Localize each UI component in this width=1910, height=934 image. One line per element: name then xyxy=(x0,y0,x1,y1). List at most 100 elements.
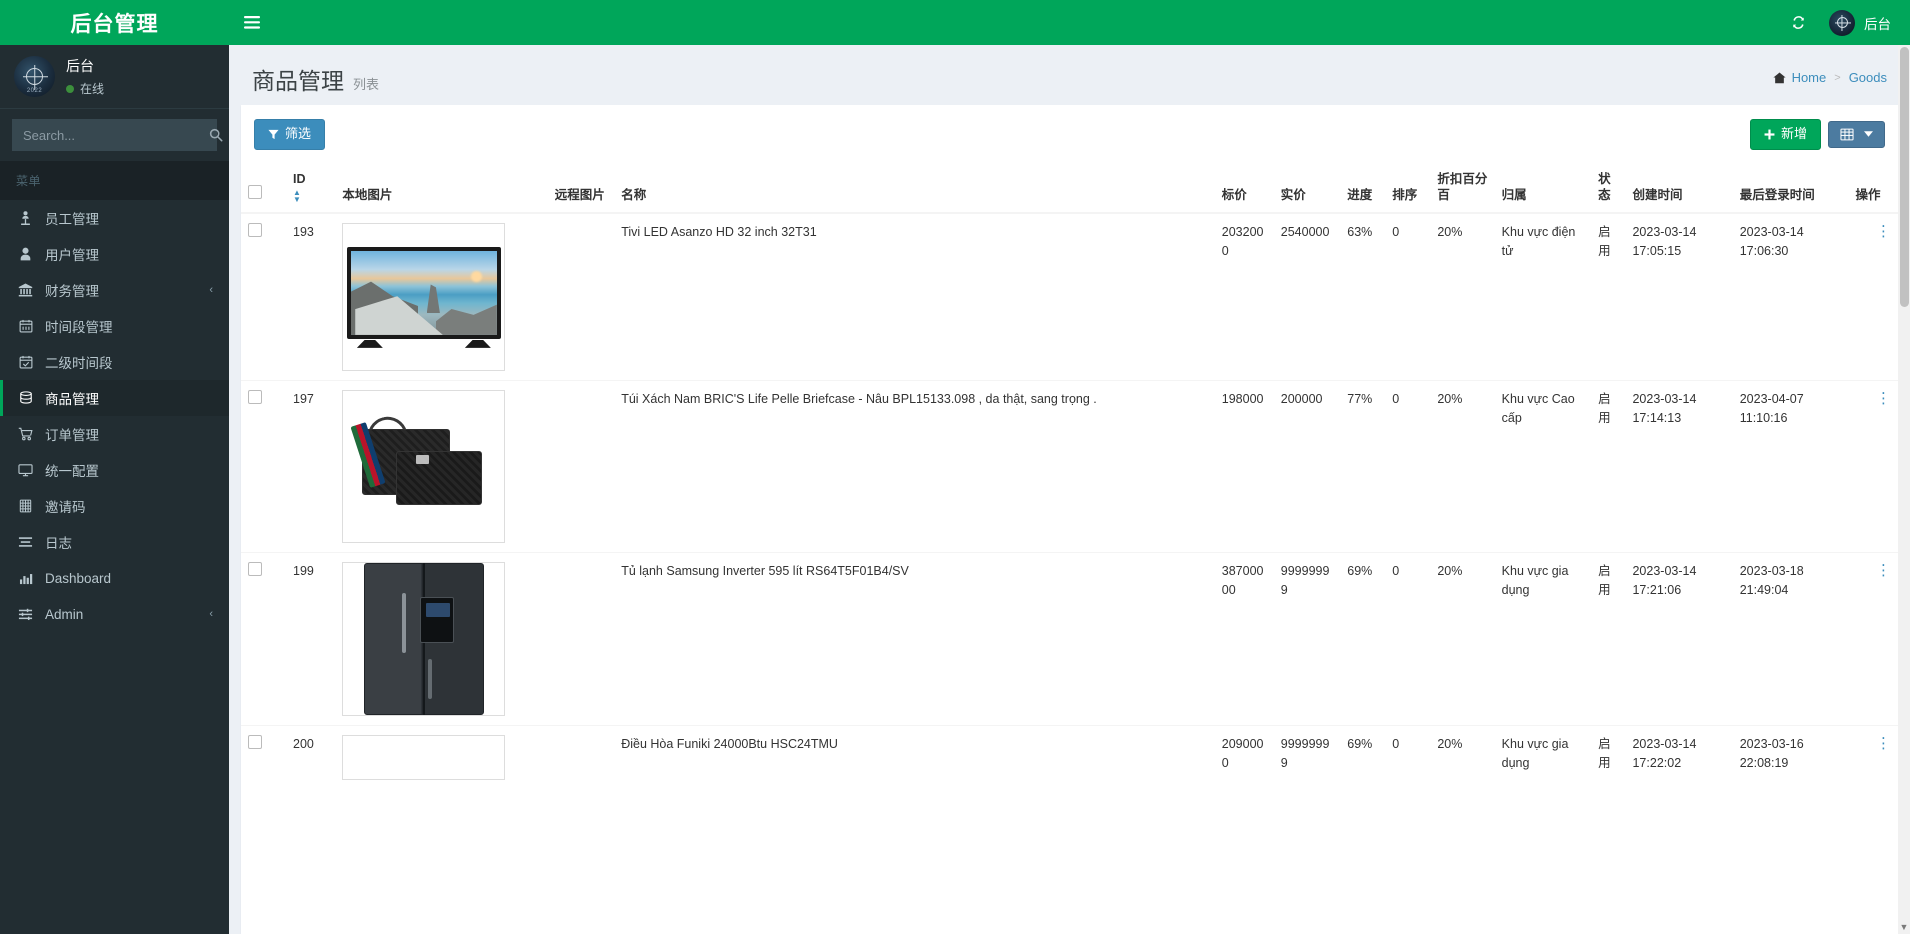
cell-sort: 0 xyxy=(1385,212,1431,381)
row-action-menu-button[interactable]: ⋮ xyxy=(1876,562,1891,579)
column-toggle-button[interactable] xyxy=(1828,120,1885,148)
sidebar-item-label: 统一配置 xyxy=(45,464,99,479)
sidebar-item-employee[interactable]: 员工管理 xyxy=(0,200,229,236)
th-id-label: ID xyxy=(293,172,306,187)
sliders-icon xyxy=(17,608,34,621)
cell-progress: 69% xyxy=(1340,725,1386,790)
product-image-thumb[interactable] xyxy=(342,562,506,717)
cell-real-price: 2540000 xyxy=(1273,212,1341,381)
select-all-checkbox[interactable] xyxy=(248,185,262,200)
sidebar-item-config[interactable]: 统一配置 xyxy=(0,452,229,488)
product-image-thumb[interactable] xyxy=(342,223,506,372)
content-body: 筛选 新增 ID ▲ ▼ 本地图片 远程图片 名称 标价 实价 进度 排序 折扣… xyxy=(229,105,1910,934)
chevron-left-icon: ‹ xyxy=(209,608,213,620)
cell-remote-image xyxy=(547,380,615,553)
sidebar-item-invite-code[interactable]: 邀请码 xyxy=(0,488,229,524)
avatar: 2022 xyxy=(14,56,55,97)
table-row[interactable]: 197 Túi Xách Nam BRIC'S Life Pelle Brief… xyxy=(241,380,1898,553)
th-status: 状态 xyxy=(1591,160,1626,215)
briefcase-image xyxy=(348,411,500,523)
scroll-down-arrow-icon[interactable]: ▼ xyxy=(1899,922,1909,932)
sidebar-item-label: 商品管理 xyxy=(45,392,99,407)
page-scrollbar[interactable]: ▲ ▼ xyxy=(1898,45,1910,934)
sidebar-item-label: Admin xyxy=(45,606,84,622)
cell-local-image xyxy=(335,380,548,553)
cell-sort: 0 xyxy=(1385,380,1431,553)
cell-created-at: 2023-03-14 17:05:15 xyxy=(1625,212,1733,381)
sidebar-item-subtimeslot[interactable]: 二级时间段 xyxy=(0,344,229,380)
th-list-price: 标价 xyxy=(1214,160,1274,215)
list-icon xyxy=(17,536,34,548)
chevron-left-icon: ‹ xyxy=(209,284,213,296)
sidebar-item-label: 日志 xyxy=(45,536,72,551)
chart-bar-icon xyxy=(17,572,34,585)
cell-discount: 20% xyxy=(1430,725,1495,790)
row-select-cell xyxy=(241,725,287,790)
breadcrumb-home[interactable]: Home xyxy=(1772,70,1826,85)
row-checkbox[interactable] xyxy=(248,390,262,405)
avatar-year: 2022 xyxy=(26,88,43,94)
add-button[interactable]: 新增 xyxy=(1749,119,1821,150)
topbar: 后台 xyxy=(229,0,1910,45)
sidebar-item-user[interactable]: 用户管理 xyxy=(0,236,229,272)
table-scroll-region[interactable]: ID ▲ ▼ 本地图片 远程图片 名称 标价 实价 进度 排序 折扣百分百 归属… xyxy=(241,160,1898,934)
row-action-menu-button[interactable]: ⋮ xyxy=(1876,390,1891,407)
goods-table: ID ▲ ▼ 本地图片 远程图片 名称 标价 实价 进度 排序 折扣百分百 归属… xyxy=(241,160,1898,790)
refresh-icon xyxy=(1793,16,1804,29)
th-created-at: 创建时间 xyxy=(1625,160,1733,215)
table-row[interactable]: 193 Tivi LED Asanzo HD 32 inch 32T31 203… xyxy=(241,212,1898,381)
cell-real-price: 99999999 xyxy=(1273,725,1341,790)
row-select-cell xyxy=(241,212,287,381)
th-last-login: 最后登录时间 xyxy=(1732,160,1849,215)
menu-toggle-button[interactable] xyxy=(229,0,274,45)
sidebar-item-goods[interactable]: 商品管理 xyxy=(0,380,229,416)
chevron-down-icon xyxy=(1864,131,1873,138)
cell-status: 启用 xyxy=(1591,725,1626,790)
app-root: 后台管理 2022 后台 在线 Search... 菜单 员工管理 用户管理 财… xyxy=(0,0,1910,934)
product-image-thumb[interactable] xyxy=(342,390,506,544)
sidebar-item-dashboard[interactable]: Dashboard xyxy=(0,560,229,596)
cell-real-price: 99999999 xyxy=(1273,552,1341,726)
breadcrumb-current[interactable]: Goods xyxy=(1849,70,1887,85)
sort-icon[interactable]: ▲ ▼ xyxy=(293,189,328,204)
row-action-menu-button[interactable]: ⋮ xyxy=(1876,223,1891,240)
sidebar-item-label: 员工管理 xyxy=(45,212,99,227)
product-image-thumb[interactable] xyxy=(342,735,506,781)
sidebar-item-label: 时间段管理 xyxy=(45,320,113,335)
row-checkbox[interactable] xyxy=(248,223,262,238)
cell-actions: ⋮ xyxy=(1848,725,1898,790)
row-checkbox[interactable] xyxy=(248,735,262,750)
cell-belong: Khu vực gia dụng xyxy=(1494,552,1592,726)
sidebar-item-finance[interactable]: 财务管理 ‹ xyxy=(0,272,229,308)
search-button[interactable] xyxy=(209,120,223,150)
sidebar-user-panel: 2022 后台 在线 xyxy=(0,45,229,109)
filter-button[interactable]: 筛选 xyxy=(254,119,326,150)
th-sort: 排序 xyxy=(1385,160,1431,215)
sidebar-item-timeslot[interactable]: 时间段管理 xyxy=(0,308,229,344)
table-row[interactable]: 199 Tủ lạnh Samsung Inverter 595 lít RS6… xyxy=(241,552,1898,726)
sidebar-item-logs[interactable]: 日志 xyxy=(0,524,229,560)
sidebar-user-name: 后台 xyxy=(66,58,94,74)
table-row[interactable]: 200 Điều Hòa Funiki 24000Btu HSC24TMU 20… xyxy=(241,725,1898,790)
cell-discount: 20% xyxy=(1430,552,1495,726)
th-id[interactable]: ID ▲ ▼ xyxy=(286,160,336,215)
topbar-user-menu[interactable]: 后台 xyxy=(1819,0,1906,45)
refresh-button[interactable] xyxy=(1778,0,1819,45)
sidebar-item-admin[interactable]: Admin ‹ xyxy=(0,596,229,632)
th-remote-image: 远程图片 xyxy=(547,160,615,215)
cell-sort: 0 xyxy=(1385,552,1431,726)
scrollbar-thumb[interactable] xyxy=(1900,47,1909,307)
home-icon xyxy=(1772,72,1786,83)
cell-id: 199 xyxy=(286,552,336,726)
cell-list-price: 2090000 xyxy=(1214,725,1274,790)
cell-status: 启用 xyxy=(1591,212,1626,381)
cell-created-at: 2023-03-14 17:21:06 xyxy=(1625,552,1733,726)
th-local-image: 本地图片 xyxy=(335,160,548,215)
search-input[interactable] xyxy=(13,127,209,143)
cell-remote-image xyxy=(547,212,615,381)
row-action-menu-button[interactable]: ⋮ xyxy=(1876,735,1891,752)
filter-icon xyxy=(268,129,279,140)
sidebar-item-orders[interactable]: 订单管理 xyxy=(0,416,229,452)
row-checkbox[interactable] xyxy=(248,562,262,577)
cell-remote-image xyxy=(547,725,615,790)
